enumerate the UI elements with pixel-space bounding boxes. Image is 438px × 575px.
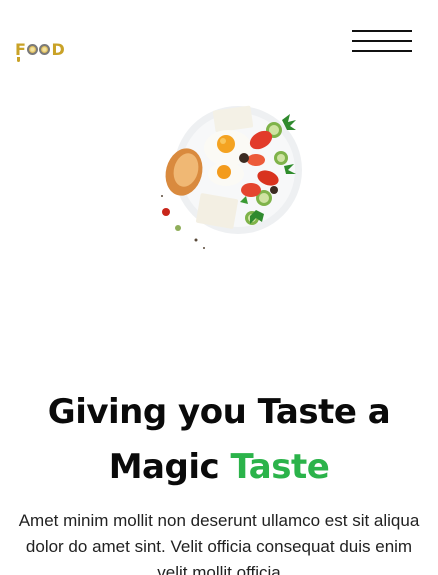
menu-bar [352,50,412,52]
logo-drip-icon [17,57,20,62]
logo-letter-d: D [51,40,66,59]
logo-o-icon [27,44,39,55]
hamburger-menu-icon[interactable] [352,29,412,55]
logo-o-icon [39,44,51,55]
menu-bar [352,30,412,32]
hero-title-accent: Taste [230,447,330,487]
hero-description: Amet minim mollit non deserunt ullamco e… [18,511,420,575]
hero-title: Giving you Taste a Magic Taste [0,385,438,495]
breakfast-plate-image [161,105,302,249]
menu-bar [352,40,412,42]
hero-title-line2: Magic [108,447,231,487]
food-logo[interactable]: F D [15,40,66,62]
site-header: F D [0,0,438,90]
hero-title-line1: Giving you Taste a [47,392,391,432]
